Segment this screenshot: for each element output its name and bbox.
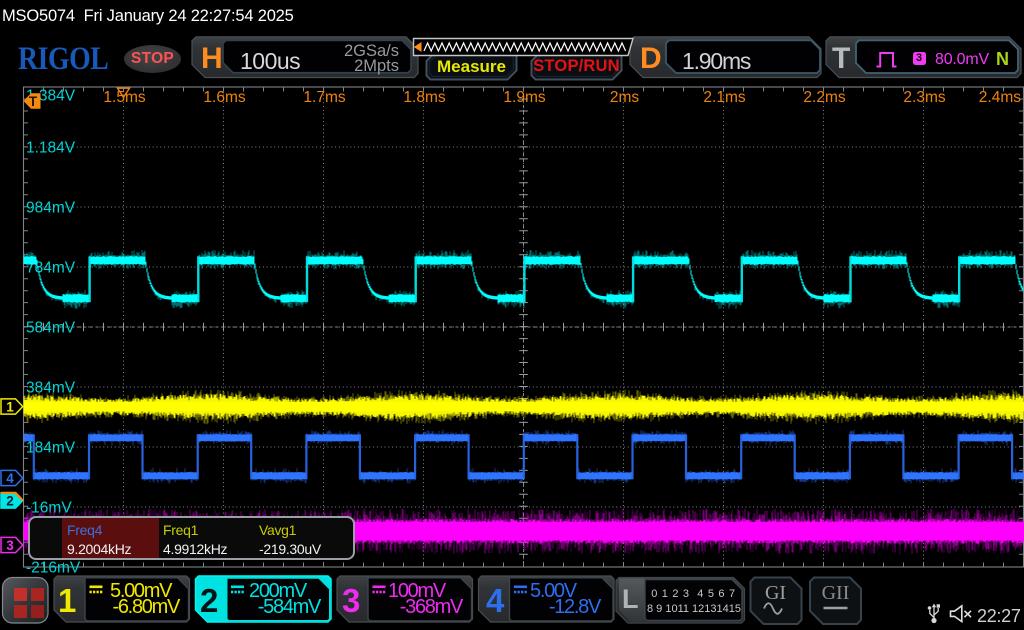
svg-text:-216mV: -216mV bbox=[26, 560, 81, 577]
svg-text:1.7ms: 1.7ms bbox=[303, 89, 345, 106]
svg-text:1.8ms: 1.8ms bbox=[403, 89, 445, 106]
svg-text:1: 1 bbox=[6, 400, 14, 415]
svg-text:T: T bbox=[29, 94, 38, 109]
svg-text:2: 2 bbox=[6, 494, 14, 509]
svg-text:1.6ms: 1.6ms bbox=[203, 89, 245, 106]
svg-text:384mV: 384mV bbox=[26, 380, 76, 397]
svg-text:984mV: 984mV bbox=[26, 200, 76, 217]
svg-text:2.2ms: 2.2ms bbox=[803, 89, 845, 106]
svg-text:1.5ms: 1.5ms bbox=[103, 89, 145, 106]
svg-text:2.4ms: 2.4ms bbox=[979, 89, 1021, 106]
svg-text:2ms: 2ms bbox=[610, 89, 640, 106]
svg-text:4: 4 bbox=[6, 471, 14, 486]
svg-text:584mV: 584mV bbox=[26, 320, 76, 337]
svg-text:1.9ms: 1.9ms bbox=[503, 89, 545, 106]
svg-text:2.1ms: 2.1ms bbox=[703, 89, 745, 106]
svg-text:1.184V: 1.184V bbox=[26, 140, 76, 157]
svg-text:2.3ms: 2.3ms bbox=[903, 89, 945, 106]
svg-text:3: 3 bbox=[6, 538, 14, 553]
